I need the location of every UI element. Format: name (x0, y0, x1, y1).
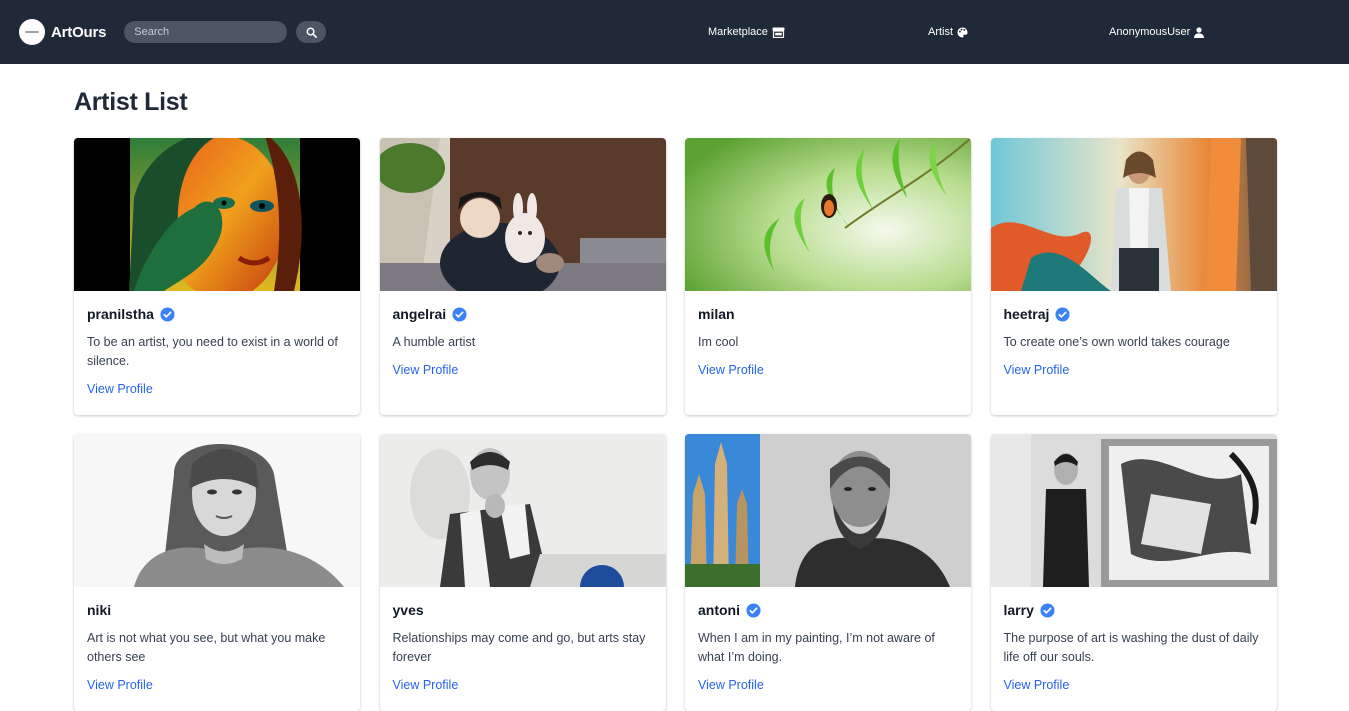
artist-bio: Relationships may come and go, but arts … (392, 631, 646, 664)
artist-name: antoni (698, 602, 740, 618)
verified-badge-icon (746, 602, 761, 618)
nav-marketplace-link[interactable]: Marketplace (708, 0, 785, 64)
artist-grid: pranilstha To be an artist, you need to … (74, 138, 1277, 711)
artist-card[interactable]: antoni When I am in my painting, I’m not… (685, 434, 971, 711)
artist-bio: A humble artist (392, 335, 476, 349)
artist-card[interactable]: pranilstha To be an artist, you need to … (74, 138, 360, 415)
view-profile-link[interactable]: View Profile (393, 363, 459, 377)
artist-name: yves (392, 602, 424, 618)
nav-artist-link[interactable]: Artist (928, 0, 968, 64)
artist-name: heetraj (1003, 306, 1050, 322)
nav-user-label: AnonymousUser (1109, 26, 1191, 38)
artist-bio: To create one’s own world takes courage (1003, 335, 1230, 349)
artist-bio: The purpose of art is washing the dust o… (1003, 631, 1259, 664)
artist-card[interactable]: yves Relationships may come and go, but … (379, 434, 666, 711)
search-input[interactable] (124, 21, 288, 43)
artist-card[interactable]: angelrai A humble artist View Profile (379, 138, 666, 415)
nav-artist-label: Artist (928, 26, 954, 38)
artist-card[interactable]: larry The purpose of art is washing the … (990, 434, 1277, 711)
view-profile-link[interactable]: View Profile (393, 678, 459, 692)
search-icon (306, 27, 317, 38)
artist-name: larry (1003, 602, 1034, 618)
verified-badge-icon (1055, 306, 1070, 322)
artist-name: niki (87, 602, 112, 618)
verified-badge-icon (160, 306, 175, 322)
brand-logo-link[interactable]: ArtOurs (19, 19, 106, 45)
nav-marketplace-label: Marketplace (708, 26, 768, 38)
page-title: Artist List (74, 88, 188, 116)
artist-name: angelrai (392, 306, 447, 322)
artist-card[interactable]: niki Art is not what you see, but what y… (74, 434, 360, 711)
artist-bio: Art is not what you see, but what you ma… (87, 631, 326, 664)
artist-bio: Im cool (698, 335, 739, 349)
artist-name: pranilstha (87, 306, 154, 322)
view-profile-link[interactable]: View Profile (1004, 678, 1070, 692)
nav-user-link[interactable]: AnonymousUser (1109, 0, 1205, 64)
user-icon (1194, 26, 1205, 38)
search-button[interactable] (296, 21, 327, 43)
artist-bio: To be an artist, you need to exist in a … (87, 335, 338, 368)
top-navbar: ArtOurs Marketplace Artist AnonymousUser (0, 0, 1349, 64)
verified-badge-icon (1040, 602, 1055, 618)
palette-icon (957, 26, 968, 38)
artist-name: milan (698, 306, 735, 322)
artist-cover-image (685, 138, 971, 291)
artist-bio: When I am in my painting, I’m not aware … (698, 631, 935, 664)
view-profile-link[interactable]: View Profile (87, 678, 153, 692)
artist-cover-image (379, 434, 666, 587)
view-profile-link[interactable]: View Profile (87, 382, 153, 396)
view-profile-link[interactable]: View Profile (698, 678, 764, 692)
artist-card[interactable]: milan Im cool View Profile (685, 138, 971, 415)
artist-cover-image (379, 138, 666, 291)
view-profile-link[interactable]: View Profile (1004, 363, 1070, 377)
artist-cover-image (74, 434, 360, 587)
verified-badge-icon (452, 306, 467, 322)
logo-icon (19, 19, 45, 45)
brand-name: ArtOurs (51, 23, 107, 41)
store-icon (772, 27, 785, 38)
artist-cover-image (990, 434, 1277, 587)
artist-cover-image (990, 138, 1277, 291)
artist-cover-image (74, 138, 360, 291)
view-profile-link[interactable]: View Profile (698, 363, 764, 377)
artist-cover-image (685, 434, 971, 587)
artist-card[interactable]: heetraj To create one’s own world takes … (990, 138, 1277, 415)
